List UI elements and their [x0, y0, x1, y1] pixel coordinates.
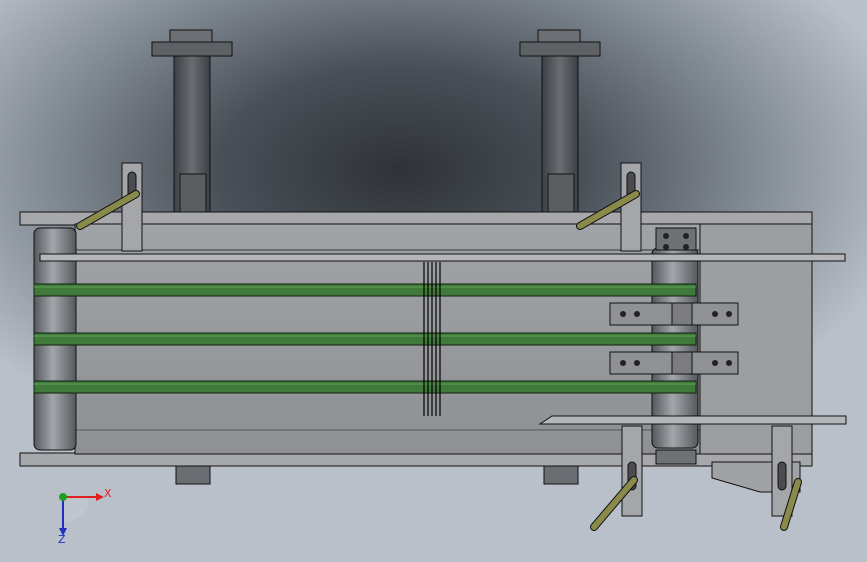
- right-roller[interactable]: [651, 227, 699, 465]
- z-axis-label: Z: [58, 533, 66, 546]
- tension-bracket-upper[interactable]: [609, 302, 739, 326]
- conveyor-belt-1[interactable]: [33, 283, 697, 297]
- right-support-post[interactable]: [519, 29, 601, 217]
- bottom-guide-rail[interactable]: [538, 415, 847, 425]
- frame-feet: [175, 465, 579, 485]
- top-guide-rail[interactable]: [39, 253, 846, 262]
- conveyor-model[interactable]: [0, 0, 867, 562]
- left-support-post[interactable]: [151, 29, 233, 217]
- conveyor-belt-3[interactable]: [33, 380, 697, 394]
- cad-viewport[interactable]: X Z: [0, 0, 867, 562]
- axis-triad-icon: [59, 493, 104, 536]
- conveyor-belt-2[interactable]: [33, 332, 697, 346]
- x-axis-label: X: [104, 487, 112, 500]
- tension-bracket-lower[interactable]: [609, 351, 739, 375]
